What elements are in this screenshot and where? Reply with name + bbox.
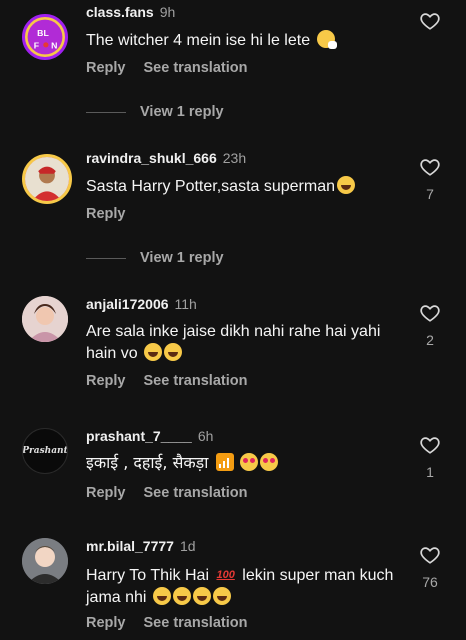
avatar[interactable]	[22, 296, 68, 342]
laughing-face-emoji	[172, 587, 191, 605]
comment-text: Sasta Harry Potter,sasta superman	[86, 176, 406, 198]
like-count: 2	[426, 332, 434, 348]
timestamp: 6h	[197, 428, 214, 444]
svg-text:F: F	[34, 40, 39, 50]
timestamp: 23h	[222, 150, 247, 166]
comment-text: Are sala inke jaise dikh nahi rahe hai y…	[86, 323, 381, 362]
reply-button[interactable]: Reply	[86, 485, 126, 501]
see-translation-button[interactable]: See translation	[144, 485, 248, 501]
laughing-face-emoji	[212, 587, 231, 605]
divider	[86, 111, 126, 113]
reply-button[interactable]: Reply	[86, 373, 126, 389]
username[interactable]: ravindra_shukl_666	[86, 150, 217, 166]
hundred-points-emoji: 100	[216, 569, 235, 581]
see-translation-button[interactable]: See translation	[144, 373, 248, 389]
username[interactable]: mr.bilal_7777	[86, 538, 174, 554]
see-translation-button[interactable]: See translation	[144, 615, 248, 631]
heart-icon	[420, 159, 440, 176]
like-count: 1	[426, 464, 434, 480]
view-replies-button[interactable]: View 1 reply	[86, 104, 224, 120]
like-count: 76	[422, 574, 438, 590]
avatar-image	[22, 538, 68, 584]
comment-text: The witcher 4 mein ise hi le lete	[86, 30, 406, 52]
reply-button[interactable]: Reply	[86, 60, 126, 76]
like-count: 7	[426, 186, 434, 202]
laughing-face-emoji	[164, 343, 183, 361]
laughing-face-emoji	[144, 343, 163, 361]
laughing-face-emoji	[152, 587, 171, 605]
reply-button[interactable]: Reply	[86, 615, 126, 631]
timestamp: 1d	[179, 538, 196, 554]
like-button[interactable]	[418, 10, 442, 32]
avatar-image	[25, 157, 69, 201]
avatar-label: Prashant	[22, 446, 68, 456]
avatar-image: BL F N	[27, 19, 63, 55]
reply-button[interactable]: Reply	[86, 206, 126, 222]
heart-icon	[420, 13, 440, 30]
timestamp: 11h	[174, 296, 197, 312]
like-button[interactable]: 1	[418, 434, 442, 480]
comment-text: Harry To Thik Hai 100 lekin super man ku…	[86, 564, 396, 609]
heart-icon	[420, 547, 440, 564]
like-button[interactable]: 7	[418, 156, 442, 202]
svg-text:N: N	[51, 40, 57, 50]
laughing-face-emoji	[192, 587, 211, 605]
comment-text: इकाई , दहाई, सैकड़ा	[86, 452, 406, 475]
svg-text:BL: BL	[37, 28, 49, 38]
laughing-face-emoji	[337, 176, 355, 194]
like-button[interactable]: 76	[418, 544, 442, 590]
avatar[interactable]	[22, 154, 72, 204]
heart-eyes-emoji	[240, 453, 259, 471]
signal-bars-emoji	[215, 453, 234, 471]
avatar-image	[22, 296, 68, 342]
divider	[86, 257, 126, 259]
username[interactable]: class.fans	[86, 4, 154, 20]
heart-icon	[420, 437, 440, 454]
avatar[interactable]	[22, 538, 68, 584]
username[interactable]: prashant_7____	[86, 428, 192, 444]
avatar[interactable]: Prashant	[22, 428, 68, 474]
see-translation-button[interactable]: See translation	[144, 60, 248, 76]
timestamp: 9h	[159, 4, 176, 20]
view-replies-button[interactable]: View 1 reply	[86, 250, 224, 266]
like-button[interactable]: 2	[418, 302, 442, 348]
avatar[interactable]: BL F N	[22, 14, 68, 60]
heart-eyes-emoji	[260, 453, 279, 471]
heart-icon	[420, 305, 440, 322]
username[interactable]: anjali172006	[86, 296, 169, 312]
sneezing-face-emoji	[316, 30, 337, 49]
